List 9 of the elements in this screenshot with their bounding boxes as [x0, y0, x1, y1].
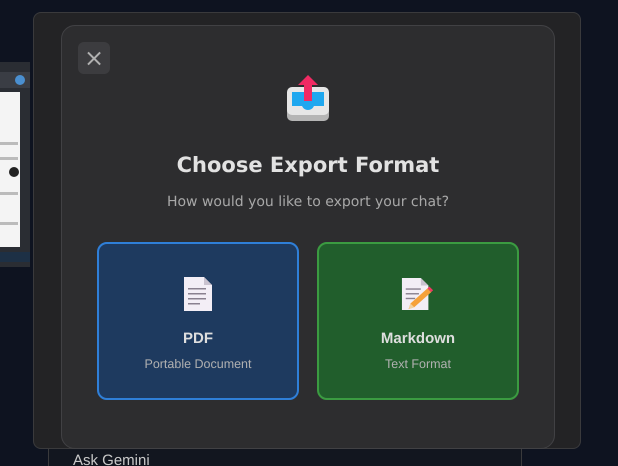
format-option[interactable]: PDF Portable Document [97, 242, 299, 400]
format-option[interactable]: Markdown Text Format [317, 242, 519, 400]
dialog-title: Choose Export Format [176, 153, 440, 177]
export-tray-icon [284, 75, 332, 123]
dialog-subtitle: How would you like to export your chat? [166, 194, 450, 210]
document-icon [181, 276, 215, 312]
close-button[interactable]: × [78, 42, 110, 74]
prompt-field[interactable]: Ask Gemini [48, 449, 522, 466]
document-pencil-icon [401, 276, 435, 312]
